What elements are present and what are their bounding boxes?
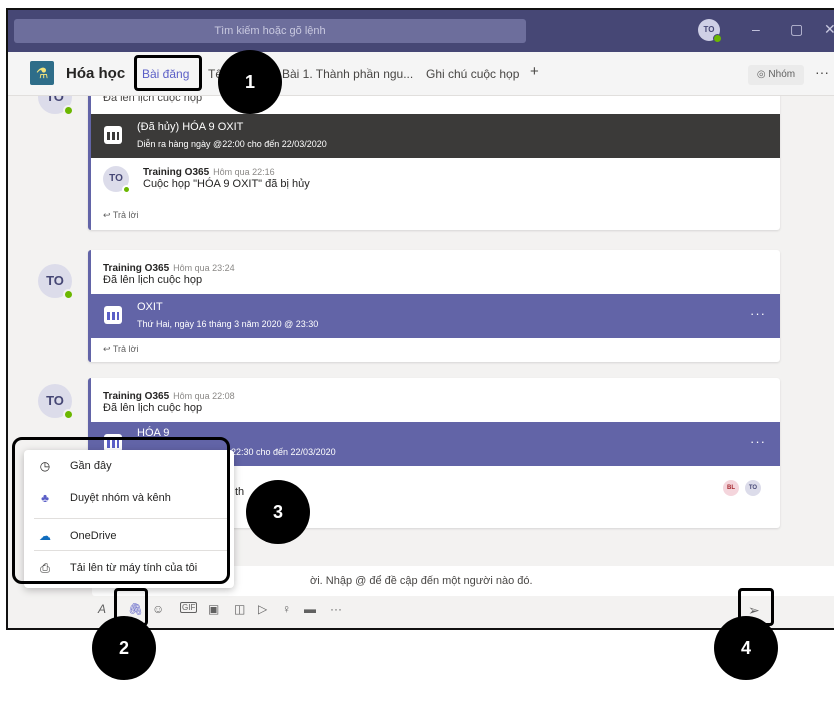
meeting-title: OXIT [137,301,163,313]
reply-time: Hôm qua 22:16 [213,167,275,177]
channel-header: ⚗ Hóa học Bài đăng Tệp Bài 1. Thành phần… [8,52,834,96]
team-button[interactable]: ◎ Nhóm [748,65,804,85]
annotation-badge-2: 2 [92,616,156,680]
avatar-initials: TO [46,273,64,288]
meeting-schedule: 22:30 cho đến 22/03/2020 [231,447,336,457]
close-button[interactable]: ✕ [824,21,834,38]
add-tab-button[interactable]: + [530,63,539,80]
compose-placeholder: ời. Nhập @ để đề cập đến một người nào đ… [310,575,533,587]
participant-avatar[interactable]: BL [723,480,739,496]
avatar[interactable]: TO [38,384,74,420]
more-apps-icon[interactable]: ··· [330,602,342,616]
presence-available-icon [63,105,74,116]
post-time: Hôm qua 23:24 [173,263,235,273]
calendar-icon [104,306,122,324]
meeting-schedule: Diễn ra hàng ngày @22:00 cho đến 22/03/2… [137,139,327,149]
post-time: Hôm qua 22:08 [173,391,235,401]
avatar-initials: TO [703,25,715,34]
reply-message: TO Training O365 Hôm qua 22:16 Cuộc họp "… [91,158,780,202]
post-card: Training O365 Hôm qua 23:24 Đã lên lịch c… [88,250,780,362]
team-name: Hóa học [66,65,126,82]
meeting-schedule: Thứ Hai, ngày 16 tháng 3 năm 2020 @ 23:3… [137,319,319,329]
annotation-badge-1: 1 [218,50,282,114]
avatar[interactable]: TO [103,166,131,194]
format-icon[interactable]: A [98,602,106,616]
meeting-more-icon[interactable]: ··· [750,434,766,449]
presence-available-icon [713,34,722,43]
post-author: Training O365 [103,391,170,402]
meeting-card[interactable]: OXIT Thứ Hai, ngày 16 tháng 3 năm 2020 @… [91,294,780,338]
highlight-box-attach-menu [12,437,230,584]
post-text: th [235,486,245,498]
video-icon[interactable]: ▬ [304,602,316,616]
reply-author: Training O365 [143,167,210,178]
restore-button[interactable]: ▢ [790,21,803,38]
avatar-initials: TO [46,96,64,104]
avatar-initials: TO [46,393,64,408]
praise-icon[interactable]: ♀ [282,602,291,616]
presence-available-icon [63,289,74,300]
gif-icon[interactable]: GIF [180,602,198,613]
meeting-title: (Đã hủy) HÓA 9 OXIT [137,121,244,133]
emoji-icon[interactable]: ☺ [152,602,164,616]
presence-available-icon [63,409,74,420]
search-input[interactable]: Tìm kiếm hoặc gõ lệnh [14,19,526,43]
post-text: Đã lên lịch cuộc họp [103,274,203,286]
presence-available-icon [122,185,131,194]
sticker-icon[interactable]: ▣ [208,602,219,616]
post-text: Đã lên lịch cuộc họp [103,96,203,104]
reply-link[interactable]: ↩ Trả lời [103,344,138,355]
meeting-card-canceled[interactable]: (Đã hủy) HÓA 9 OXIT Diễn ra hàng ngày @2… [91,114,780,158]
stream-icon[interactable]: ▷ [258,602,267,616]
reply-link[interactable]: ↩ Trả lời [103,210,138,221]
annotation-badge-3: 3 [246,480,310,544]
participant-avatar[interactable]: TO [745,480,761,496]
annotation-badge-4: 4 [714,616,778,680]
highlight-box-posts-tab [134,55,202,91]
avatar[interactable]: TO [38,96,74,116]
calendar-icon [104,126,122,144]
post-text: Đã lên lịch cuộc họp [103,402,203,414]
title-bar: Tìm kiếm hoặc gõ lệnh TO – ▢ ✕ [8,10,834,52]
minimize-button[interactable]: – [752,21,760,37]
tab-meeting-notes[interactable]: Ghi chú cuộc họp [426,67,519,81]
post-card: Đã lên lịch cuộc họp (Đã hủy) HÓA 9 OXIT… [88,96,780,230]
tab-lesson-1[interactable]: Bài 1. Thành phần ngu... [282,67,413,81]
user-avatar[interactable]: TO [698,19,722,43]
post-author: Training O365 [103,263,170,274]
more-options-icon[interactable]: ··· [815,64,829,80]
meeting-more-icon[interactable]: ··· [750,306,766,321]
avatar[interactable]: TO [38,264,74,300]
meet-now-icon[interactable]: ◫ [234,602,245,616]
reply-text: Cuộc họp "HÓA 9 OXIT" đã bị hủy [143,178,310,190]
team-logo-icon: ⚗ [30,61,54,85]
